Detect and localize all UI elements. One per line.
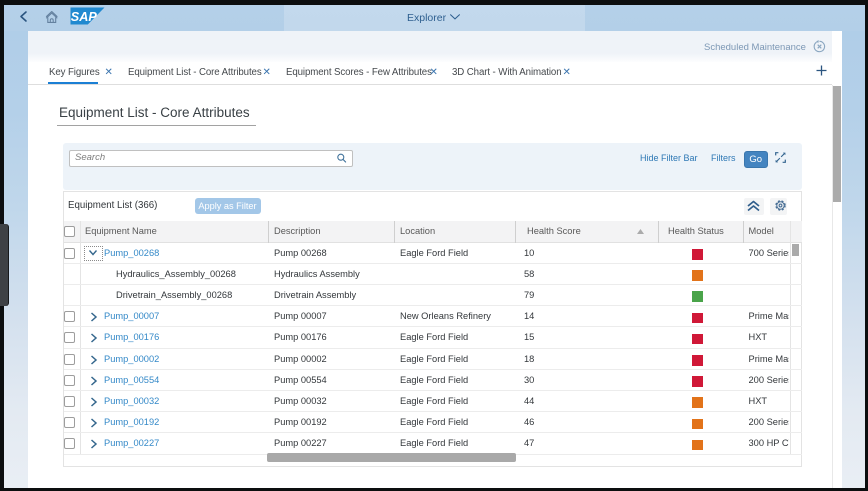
svg-text:SAP: SAP xyxy=(70,9,96,24)
